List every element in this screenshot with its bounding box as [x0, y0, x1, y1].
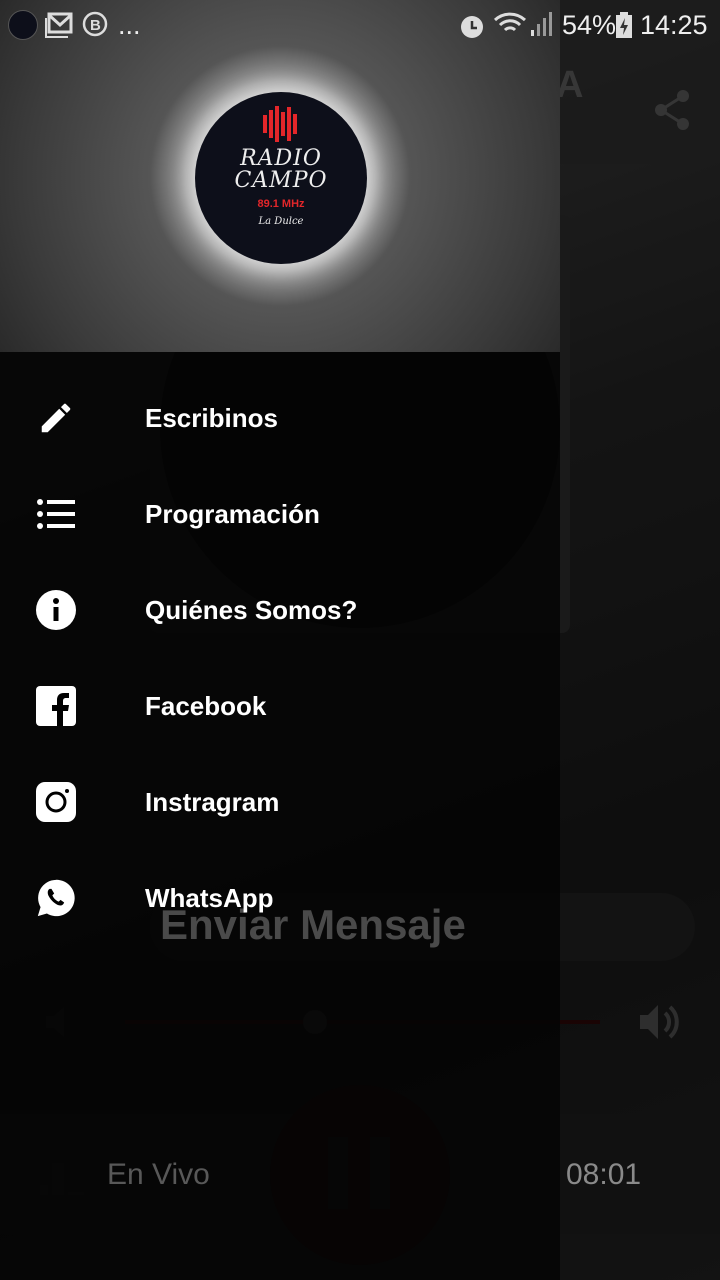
facebook-icon — [36, 686, 76, 726]
drawer-header: RADIO CAMPO 89.1 MHz La Dulce — [0, 0, 560, 352]
wifi-signal-icon — [493, 12, 552, 36]
info-icon — [36, 590, 76, 630]
drawer-item-quienes-somos[interactable]: Quiénes Somos? — [0, 562, 560, 658]
drawer-item-instagram[interactable]: Instragram — [0, 754, 560, 850]
drawer-item-label: Quiénes Somos? — [145, 595, 358, 625]
alarm-icon — [461, 16, 483, 38]
clock: 14:25 — [640, 10, 708, 40]
notification-more: ... — [118, 10, 141, 40]
svg-text:B: B — [90, 17, 101, 34]
logo-name-2: CAMPO — [234, 168, 328, 193]
elapsed-time: 08:01 — [566, 1158, 642, 1191]
gmail-icon — [45, 12, 73, 38]
list-icon — [36, 494, 76, 534]
logo-name-1: RADIO — [240, 146, 322, 171]
whatsapp-icon — [36, 878, 76, 918]
drawer-item-label: WhatsApp — [145, 883, 274, 913]
logo-frequency: 89.1 MHz — [257, 198, 305, 210]
drawer-item-label: Escribinos — [145, 403, 278, 433]
pencil-icon — [36, 398, 76, 438]
status-bar: B ... 54% 14:25 — [0, 0, 720, 50]
radio-app-icon — [8, 10, 38, 40]
drawer-item-label: Facebook — [145, 691, 267, 721]
drawer-item-facebook[interactable]: Facebook — [0, 658, 560, 754]
equalizer-logo-icon — [263, 106, 297, 142]
instagram-icon — [36, 782, 76, 822]
navigation-drawer: RADIO CAMPO 89.1 MHz La Dulce Escribinos … — [0, 0, 560, 1280]
drawer-item-label: Programación — [145, 499, 320, 529]
drawer-item-label: Instragram — [145, 787, 280, 817]
battery-percent: 54% — [562, 10, 617, 40]
battery-charging-icon — [616, 12, 632, 38]
drawer-item-escribinos[interactable]: Escribinos — [0, 370, 560, 466]
logo-tagline: La Dulce — [258, 216, 304, 227]
live-label: En Vivo — [107, 1158, 210, 1191]
radio-campo-logo: RADIO CAMPO 89.1 MHz La Dulce — [195, 92, 367, 264]
drawer-item-programacion[interactable]: Programación — [0, 466, 560, 562]
bip-icon: B — [82, 11, 108, 37]
